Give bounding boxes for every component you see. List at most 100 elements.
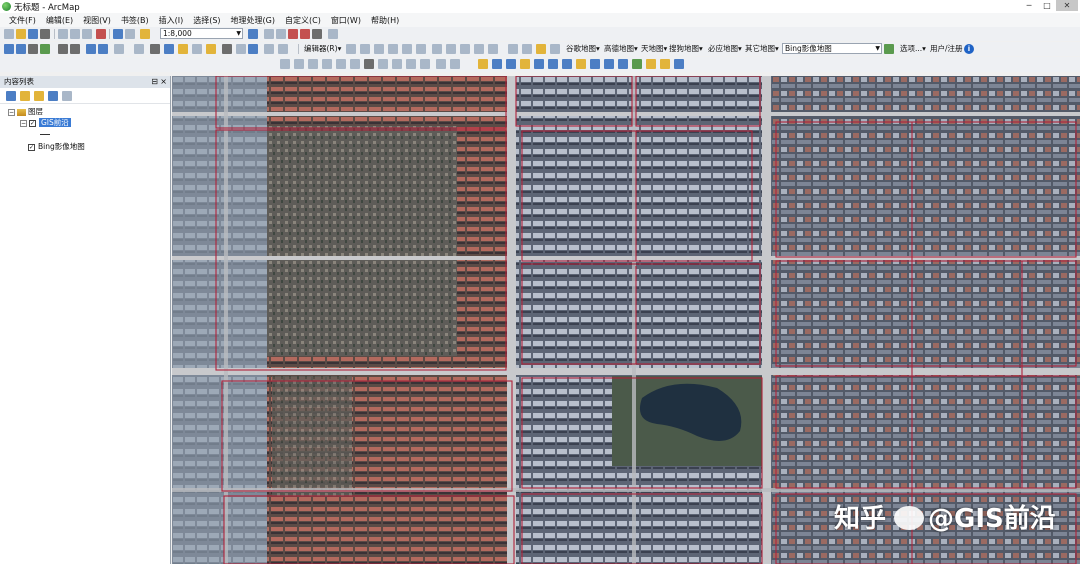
- hyperlink-icon[interactable]: [206, 44, 216, 54]
- menu-geoprocessing[interactable]: 地理处理(G): [226, 15, 280, 26]
- user-register-link[interactable]: 用户/注册: [930, 43, 963, 54]
- redo-icon[interactable]: [125, 29, 135, 39]
- layer-name[interactable]: Bing影像地图: [38, 142, 85, 151]
- tool-a-icon[interactable]: [478, 59, 488, 69]
- find-route-icon[interactable]: [236, 44, 246, 54]
- topology-icon[interactable]: [280, 59, 290, 69]
- tool-i-icon[interactable]: [590, 59, 600, 69]
- identify-icon[interactable]: [164, 44, 174, 54]
- tool-m-icon[interactable]: [646, 59, 656, 69]
- pan-hand-icon[interactable]: [28, 44, 38, 54]
- tool-g-icon[interactable]: [562, 59, 572, 69]
- tool-e-icon[interactable]: [534, 59, 544, 69]
- maximize-button[interactable]: □: [1038, 0, 1056, 11]
- undo-icon[interactable]: [113, 29, 123, 39]
- minimize-button[interactable]: ─: [1020, 0, 1038, 11]
- tianditu-menu[interactable]: 天地图▾: [641, 43, 667, 54]
- list-by-source-icon[interactable]: [20, 91, 30, 101]
- delete-icon[interactable]: [96, 29, 106, 39]
- go-to-xy-icon[interactable]: [248, 44, 258, 54]
- tool-k-icon[interactable]: [618, 59, 628, 69]
- toc-options-icon[interactable]: [62, 91, 72, 101]
- find-binoculars-icon[interactable]: [222, 44, 232, 54]
- menu-insert[interactable]: 插入(I): [154, 15, 189, 26]
- end-point-arc-icon[interactable]: [388, 44, 398, 54]
- georef-icon[interactable]: [308, 59, 318, 69]
- reshape-icon[interactable]: [522, 44, 532, 54]
- menu-edit[interactable]: 编辑(E): [41, 15, 78, 26]
- list-by-visibility-icon[interactable]: [34, 91, 44, 101]
- collapse-toggle-icon[interactable]: −: [8, 108, 15, 116]
- sogou-map-menu[interactable]: 搜狗地图▾: [669, 43, 703, 54]
- tool-c-icon[interactable]: [506, 59, 516, 69]
- copy-icon[interactable]: [70, 29, 80, 39]
- select-elements-arrow-icon[interactable]: [150, 44, 160, 54]
- auto-hide-pin-icon[interactable]: ⊟: [151, 76, 158, 88]
- help-info-icon[interactable]: i: [964, 44, 974, 54]
- menu-customize[interactable]: 自定义(C): [280, 15, 326, 26]
- tool-f-icon[interactable]: [548, 59, 558, 69]
- map-scale-combo[interactable]: 1:8,000 ▼: [160, 28, 243, 39]
- save-icon[interactable]: [28, 29, 38, 39]
- spatial-adjust-icon[interactable]: [322, 59, 332, 69]
- arctoolbox-icon[interactable]: [300, 29, 310, 39]
- catalog-window-icon[interactable]: [276, 29, 286, 39]
- zoom-out-icon[interactable]: [16, 44, 26, 54]
- edit-tool-icon[interactable]: [346, 44, 356, 54]
- back-extent-icon[interactable]: [86, 44, 96, 54]
- close-button[interactable]: ✕: [1056, 0, 1078, 11]
- new-document-icon[interactable]: [4, 29, 14, 39]
- other-map-menu[interactable]: 其它地图▾: [745, 43, 779, 54]
- menu-view[interactable]: 视图(V): [78, 15, 116, 26]
- tool-b-icon[interactable]: [492, 59, 502, 69]
- model-builder-icon[interactable]: [328, 29, 338, 39]
- layers-root[interactable]: − 图层: [8, 106, 43, 117]
- straight-segment-icon[interactable]: [374, 44, 384, 54]
- advanced-edit-icon[interactable]: [294, 59, 304, 69]
- open-folder-icon[interactable]: [16, 29, 26, 39]
- layer-visibility-checkbox[interactable]: ✓: [29, 119, 36, 127]
- html-popup-icon[interactable]: [178, 44, 188, 54]
- layout-icon[interactable]: [436, 59, 446, 69]
- select-features-icon[interactable]: [114, 44, 124, 54]
- editor-menu[interactable]: 编辑器(R)▾: [304, 43, 341, 54]
- menu-bookmarks[interactable]: 书签(B): [116, 15, 154, 26]
- label-tool-icon[interactable]: [378, 59, 388, 69]
- layer-bing-imagery[interactable]: ✓ Bing影像地图: [28, 141, 85, 152]
- zoom-in-icon[interactable]: [4, 44, 14, 54]
- tool-l-icon[interactable]: [632, 59, 642, 69]
- route-edit-icon[interactable]: [350, 59, 360, 69]
- layer-visibility-checkbox[interactable]: ✓: [28, 143, 35, 151]
- tool-j-icon[interactable]: [604, 59, 614, 69]
- python-window-icon[interactable]: [312, 29, 322, 39]
- draw-tool-icon[interactable]: [364, 59, 374, 69]
- swipe-icon[interactable]: [406, 59, 416, 69]
- split-tool-icon[interactable]: [432, 44, 442, 54]
- full-extent-globe-icon[interactable]: [40, 44, 50, 54]
- map-display[interactable]: 知乎 @GIS前沿: [172, 76, 1080, 564]
- add-basemap-icon[interactable]: [884, 44, 894, 54]
- paste-icon[interactable]: [82, 29, 92, 39]
- list-by-drawing-order-icon[interactable]: [6, 91, 16, 101]
- create-viewer-icon[interactable]: [278, 44, 288, 54]
- editor-toolbar-icon[interactable]: [248, 29, 258, 39]
- layer-name[interactable]: GIS前沿: [39, 118, 71, 127]
- fixed-zoom-out-icon[interactable]: [70, 44, 80, 54]
- graphics-icon[interactable]: [450, 59, 460, 69]
- cogo-icon[interactable]: [336, 59, 346, 69]
- add-data-icon[interactable]: [140, 29, 150, 39]
- amap-menu[interactable]: 高德地图▾: [604, 43, 638, 54]
- effects-icon[interactable]: [392, 59, 402, 69]
- search-window-icon[interactable]: [288, 29, 298, 39]
- print-icon[interactable]: [40, 29, 50, 39]
- cut-icon[interactable]: [58, 29, 68, 39]
- basemap-select[interactable]: Bing影像地图 ▼: [782, 43, 882, 54]
- toc-window-icon[interactable]: [264, 29, 274, 39]
- clear-selection-icon[interactable]: [134, 44, 144, 54]
- tool-o-icon[interactable]: [674, 59, 684, 69]
- tool-d-icon[interactable]: [520, 59, 530, 69]
- menu-file[interactable]: 文件(F): [4, 15, 41, 26]
- menu-window[interactable]: 窗口(W): [326, 15, 366, 26]
- create-features-icon[interactable]: [488, 44, 498, 54]
- bing-map-menu[interactable]: 必应地图▾: [708, 43, 742, 54]
